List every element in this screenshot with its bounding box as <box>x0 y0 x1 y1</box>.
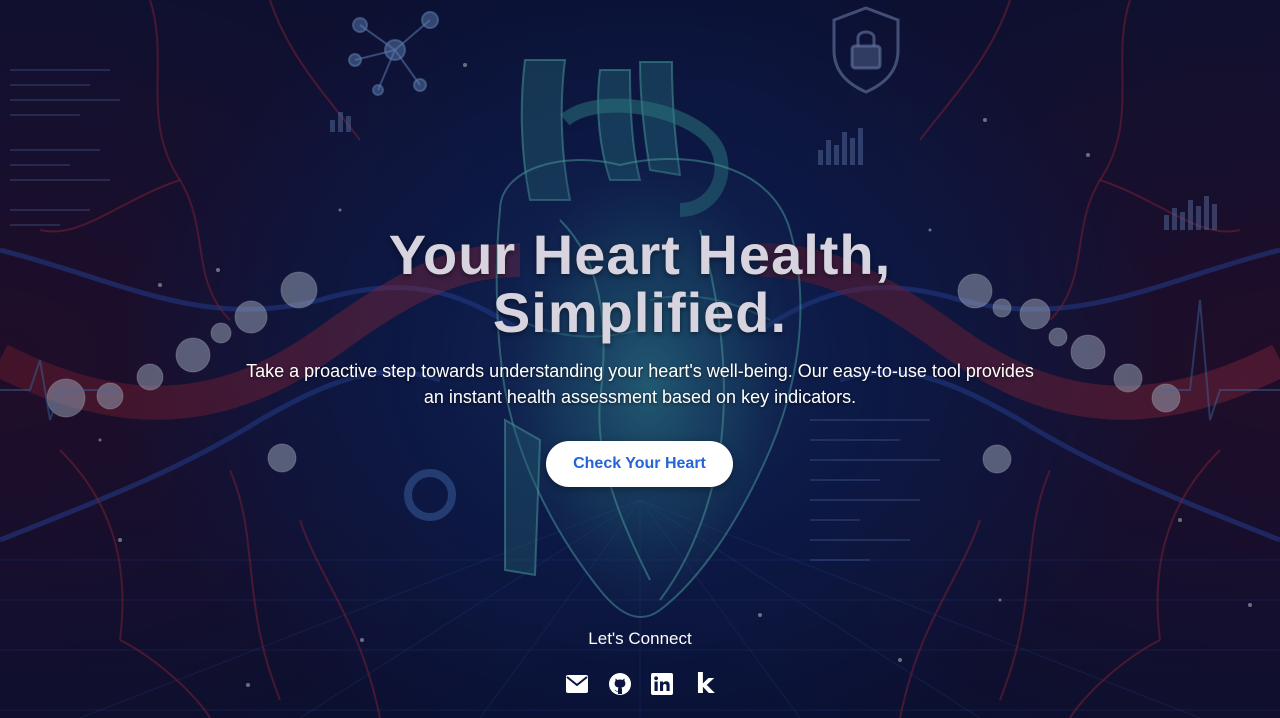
hero-headline: Your Heart Health, Simplified. <box>0 226 1280 342</box>
email-link[interactable] <box>563 670 591 698</box>
envelope-icon <box>566 675 588 693</box>
check-your-heart-button[interactable]: Check Your Heart <box>546 441 733 487</box>
kaggle-link[interactable]: k <box>691 670 719 698</box>
linkedin-icon <box>651 673 674 695</box>
hero-section: Your Heart Health, Simplified. Take a pr… <box>0 0 1280 718</box>
hero-headline-line2: Simplified. <box>492 281 788 344</box>
github-link[interactable] <box>606 670 634 698</box>
kaggle-icon: k <box>695 667 715 700</box>
github-icon <box>608 673 631 695</box>
hero-headline-line1: Your Heart Health, <box>388 223 892 286</box>
social-links: k <box>563 670 719 698</box>
hero-subtitle: Take a proactive step towards understand… <box>246 361 1034 407</box>
lets-connect-label: Let's Connect <box>588 629 692 648</box>
linkedin-link[interactable] <box>648 670 676 698</box>
